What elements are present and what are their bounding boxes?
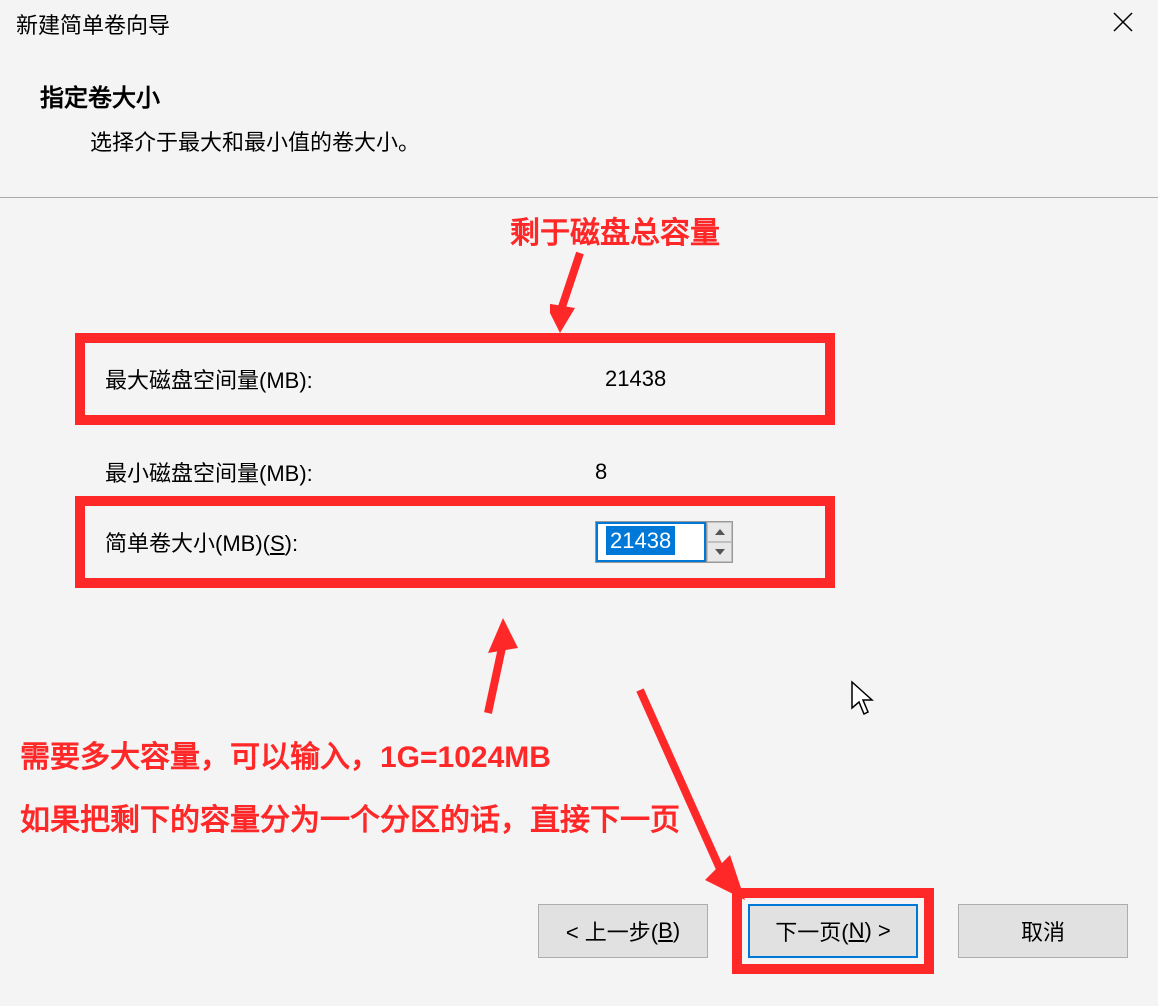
min-space-value: 8 xyxy=(595,459,607,485)
annotation-line-1: 需要多大容量，可以输入，1G=1024MB xyxy=(20,726,680,789)
simple-volume-label: 简单卷大小(MB)(S): xyxy=(105,526,298,558)
window-title: 新建简单卷向导 xyxy=(16,8,170,40)
max-space-label: 最大磁盘空间量(MB): xyxy=(105,363,313,395)
spinner-buttons xyxy=(706,522,732,562)
page-subtitle: 选择介于最大和最小值的卷大小。 xyxy=(40,125,1118,157)
arrow-icon xyxy=(550,248,610,338)
volume-size-spinner[interactable]: 21438 xyxy=(595,521,733,563)
button-row: < 上一步(B) 下一页(N) > 取消 xyxy=(538,888,1128,974)
close-icon xyxy=(1112,11,1134,33)
volume-size-input[interactable]: 21438 xyxy=(596,522,706,562)
annotation-line-2: 如果把剩下的容量分为一个分区的话，直接下一页 xyxy=(20,789,680,852)
cursor-icon xyxy=(850,680,878,718)
chevron-up-icon xyxy=(715,529,725,535)
page-title: 指定卷大小 xyxy=(40,78,1118,113)
simple-volume-row: 简单卷大小(MB)(S): 21438 xyxy=(75,496,835,588)
cancel-button[interactable]: 取消 xyxy=(958,904,1128,958)
spinner-down-button[interactable] xyxy=(707,542,732,562)
back-button[interactable]: < 上一步(B) xyxy=(538,904,708,958)
next-button[interactable]: 下一页(N) > xyxy=(748,904,918,958)
max-space-row: 最大磁盘空间量(MB): 21438 xyxy=(75,333,835,425)
arrow-icon xyxy=(468,613,528,723)
min-space-label: 最小磁盘空间量(MB): xyxy=(105,456,313,488)
max-space-value: 21438 xyxy=(605,366,666,392)
content-area: 剩于磁盘总容量 最大磁盘空间量(MB): 21438 最小磁盘空间量(MB): … xyxy=(0,198,1158,858)
arrow-icon xyxy=(630,680,760,910)
spinner-up-button[interactable] xyxy=(707,522,732,542)
annotation-top: 剩于磁盘总容量 xyxy=(510,208,720,252)
annotation-bottom: 需要多大容量，可以输入，1G=1024MB 如果把剩下的容量分为一个分区的话，直… xyxy=(20,726,680,852)
chevron-down-icon xyxy=(715,549,725,555)
titlebar: 新建简单卷向导 xyxy=(0,0,1158,48)
header-section: 指定卷大小 选择介于最大和最小值的卷大小。 xyxy=(0,48,1158,197)
next-button-highlight: 下一页(N) > xyxy=(732,888,934,974)
close-button[interactable] xyxy=(1104,8,1142,40)
